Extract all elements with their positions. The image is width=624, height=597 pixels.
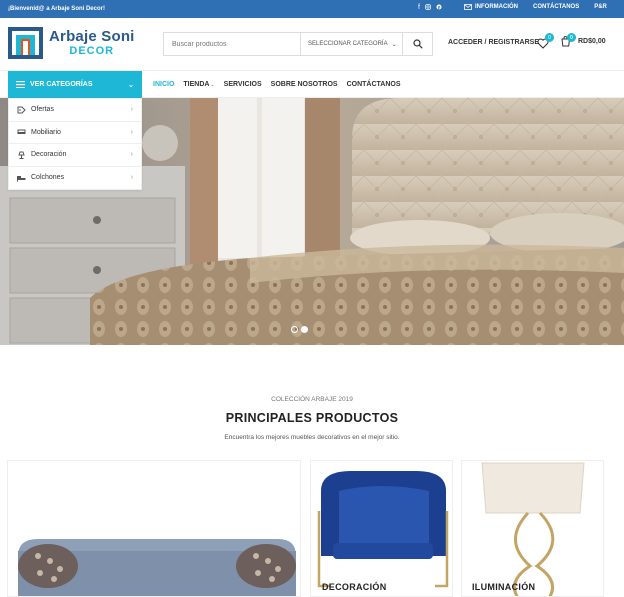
nav-item-tienda[interactable]: TIENDA⌄ bbox=[183, 81, 214, 88]
chevron-right-icon: › bbox=[130, 106, 133, 114]
cart-total: RD$0,00 bbox=[578, 38, 606, 45]
logo-text-main: Arbaje Soni bbox=[49, 28, 135, 45]
slider-dot[interactable] bbox=[291, 326, 298, 333]
categories-toggle-label: VER CATEGORÍAS bbox=[30, 81, 93, 88]
mail-icon bbox=[464, 4, 472, 10]
product-card-sofa[interactable] bbox=[7, 460, 301, 597]
account-link[interactable]: ACCEDER / REGISTRARSE bbox=[448, 39, 539, 46]
chevron-down-icon: ⌄ bbox=[391, 41, 397, 48]
search-input[interactable] bbox=[164, 33, 300, 55]
header: Arbaje Soni DECOR SELECCIONAR CATEGORÍA … bbox=[0, 18, 624, 70]
category-item-ofertas[interactable]: Ofertas › bbox=[9, 99, 141, 122]
category-select-label: SELECCIONAR CATEGORÍA bbox=[308, 41, 388, 47]
section-subtitle: Encuentra los mejores muebles decorativo… bbox=[224, 434, 400, 441]
cart-button[interactable]: 0 RD$0,00 bbox=[560, 33, 606, 47]
category-item-label: Colchones bbox=[31, 174, 65, 182]
product-card-iluminacion[interactable]: ILUMINACIÓN bbox=[461, 460, 604, 597]
section-title: PRINCIPALES PRODUCTOS bbox=[225, 411, 399, 425]
chevron-right-icon: › bbox=[130, 174, 133, 182]
wishlist-button[interactable]: 0 bbox=[537, 33, 554, 54]
info-link[interactable]: INFORMACIÓN bbox=[464, 4, 518, 10]
site-logo[interactable]: Arbaje Soni DECOR bbox=[8, 27, 135, 59]
section-kicker: COLECCIÓN ARBAJE 2019 bbox=[271, 396, 353, 403]
main-navbar: VER CATEGORÍAS ⌄ INICIO TIENDA⌄ SERVICIO… bbox=[0, 70, 624, 98]
main-menu: INICIO TIENDA⌄ SERVICIOS SOBRE NOSOTROS … bbox=[153, 71, 400, 98]
category-item-decoracion[interactable]: Decoración › bbox=[9, 144, 141, 167]
chevron-right-icon: › bbox=[130, 151, 133, 159]
chevron-down-icon: ⌄ bbox=[128, 81, 134, 89]
categories-toggle[interactable]: VER CATEGORÍAS ⌄ bbox=[8, 71, 142, 98]
category-item-label: Decoración bbox=[31, 151, 67, 159]
pinterest-icon[interactable]: p bbox=[436, 4, 442, 12]
nav-item-sobre-nosotros[interactable]: SOBRE NOSOTROS bbox=[271, 81, 338, 88]
nav-item-tienda-label: TIENDA bbox=[183, 81, 210, 88]
armchair-image bbox=[311, 461, 452, 596]
card-label-iluminacion: ILUMINACIÓN bbox=[472, 582, 536, 592]
sofa-icon bbox=[17, 128, 27, 136]
product-card-decoracion[interactable]: DECORACIÓN bbox=[310, 460, 453, 597]
slider-pagination bbox=[291, 326, 308, 333]
svg-text:p: p bbox=[438, 5, 441, 10]
category-item-label: Mobiliario bbox=[31, 128, 61, 136]
menu-icon bbox=[16, 81, 25, 88]
slider-dot-active[interactable] bbox=[301, 326, 308, 333]
chevron-right-icon: › bbox=[130, 128, 133, 136]
nav-item-servicios[interactable]: SERVICIOS bbox=[224, 81, 262, 88]
card-label-decoracion: DECORACIÓN bbox=[322, 582, 387, 592]
facebook-icon[interactable]: f bbox=[418, 4, 420, 12]
bed-icon bbox=[17, 174, 27, 182]
welcome-message: ¡Bienvenid@ a Arbaje Soni Decor! bbox=[8, 6, 105, 12]
nav-item-contactanos[interactable]: CONTÁCTANOS bbox=[347, 81, 401, 88]
search-icon bbox=[412, 39, 423, 49]
category-item-colchones[interactable]: Colchones › bbox=[9, 167, 141, 190]
contact-link[interactable]: CONTÁCTANOS bbox=[533, 4, 579, 10]
nav-item-inicio[interactable]: INICIO bbox=[153, 81, 174, 88]
logo-mark bbox=[8, 27, 43, 59]
search-bar: SELECCIONAR CATEGORÍA ⌄ bbox=[163, 32, 433, 56]
info-label: INFORMACIÓN bbox=[475, 4, 518, 10]
chevron-down-icon: ⌄ bbox=[210, 82, 215, 88]
category-item-label: Ofertas bbox=[31, 106, 54, 114]
top-bar: ¡Bienvenid@ a Arbaje Soni Decor! f p INF… bbox=[0, 0, 624, 18]
lamp-icon bbox=[17, 151, 27, 159]
category-item-mobiliario[interactable]: Mobiliario › bbox=[9, 122, 141, 144]
sofa-image bbox=[8, 461, 300, 596]
search-button[interactable] bbox=[402, 33, 432, 55]
tag-icon bbox=[17, 106, 27, 114]
wishlist-count: 0 bbox=[545, 33, 554, 42]
faq-link[interactable]: P&R bbox=[594, 4, 607, 10]
category-dropdown: Ofertas › Mobiliario › Decoración › Colc… bbox=[8, 98, 142, 190]
top-links: INFORMACIÓN CONTÁCTANOS P&R bbox=[464, 4, 607, 10]
social-links: f p bbox=[418, 4, 442, 12]
category-select[interactable]: SELECCIONAR CATEGORÍA ⌄ bbox=[300, 33, 402, 55]
logo-text-sub: DECOR bbox=[69, 45, 115, 57]
cart-count: 0 bbox=[567, 33, 576, 42]
instagram-icon[interactable] bbox=[425, 4, 431, 12]
lamp-image bbox=[462, 461, 603, 596]
